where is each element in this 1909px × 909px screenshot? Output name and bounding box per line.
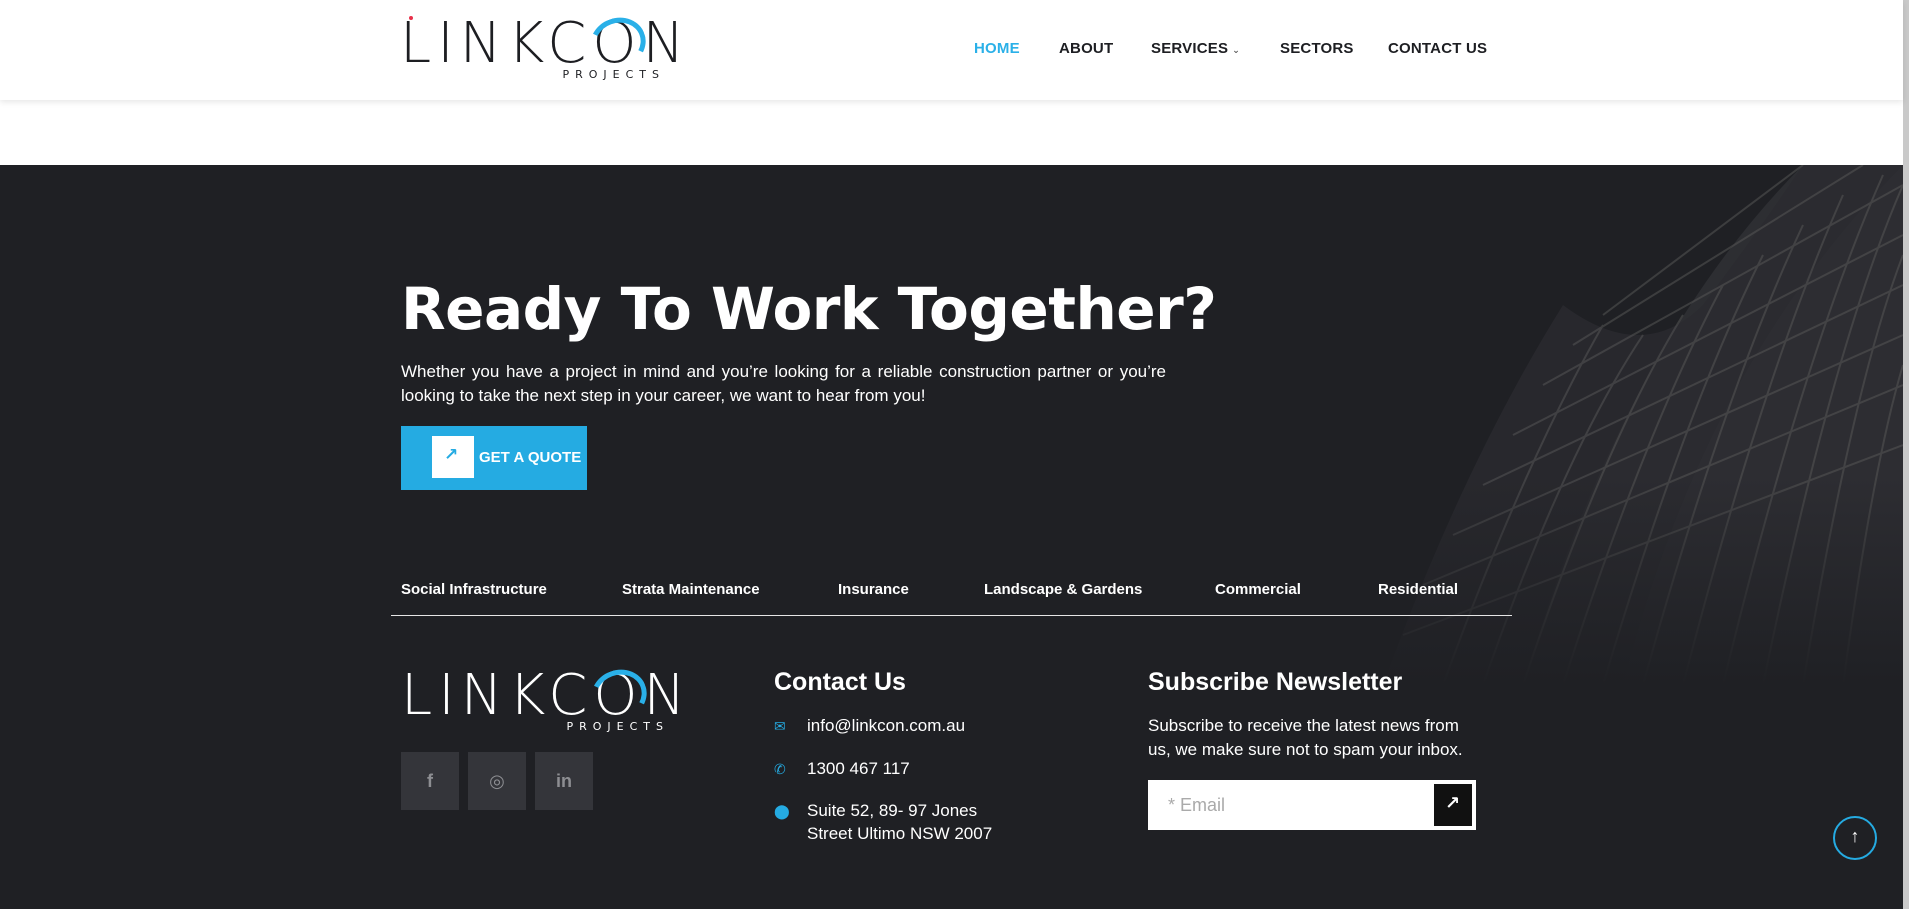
logo-wordmark: LINKCON: [400, 11, 691, 76]
nav-about[interactable]: ABOUT: [1059, 40, 1113, 57]
email-icon: ✉: [774, 718, 786, 734]
contact-us-heading: Contact Us: [774, 668, 906, 696]
newsletter-description: Subscribe to receive the latest news fro…: [1148, 716, 1463, 759]
linkedin-button[interactable]: in: [535, 752, 593, 810]
footer-divider: [391, 615, 1512, 616]
site-logo[interactable]: LINKCON PROJECTS: [400, 9, 684, 82]
quote-icon-box: ↗: [432, 436, 474, 478]
footer-logo[interactable]: LINKCON PROJECTS: [401, 661, 685, 734]
building-background-image: [1003, 165, 1903, 685]
contact-address-line2: Street Ultimo NSW 2007: [807, 824, 993, 843]
nav-home[interactable]: HOME: [974, 40, 1020, 57]
chevron-down-icon: ⌄: [1232, 45, 1240, 55]
newsletter-submit-button[interactable]: ↗: [1434, 784, 1472, 826]
instagram-button[interactable]: ◎: [468, 752, 526, 810]
get-a-quote-label: GET A QUOTE: [479, 449, 582, 466]
cta-description: Whether you have a project in mind and y…: [401, 362, 1166, 405]
sector-link-commercial[interactable]: Commercial: [1215, 581, 1301, 598]
sector-link-residential[interactable]: Residential: [1378, 581, 1458, 598]
instagram-icon: ◎: [489, 771, 505, 791]
phone-icon: ✆: [774, 761, 786, 777]
nav-services[interactable]: SERVICES ⌄: [1151, 40, 1240, 57]
arrow-up-icon: ↑: [1850, 826, 1860, 846]
sector-link-social-infrastructure[interactable]: Social Infrastructure: [401, 581, 547, 598]
page-scrollbar-thumb[interactable]: [1903, 0, 1909, 909]
newsletter-email-input[interactable]: [1150, 782, 1435, 828]
cta-heading: Ready To Work Together?: [401, 275, 1217, 343]
arrow-up-right-icon: ↗: [444, 445, 459, 464]
scroll-to-top-button[interactable]: ↑: [1833, 816, 1877, 860]
get-a-quote-button[interactable]: ↗ GET A QUOTE: [401, 426, 587, 490]
logo-tagline: PROJECTS: [562, 68, 665, 81]
contact-email-link[interactable]: info@linkcon.com.au: [807, 714, 965, 737]
sector-link-strata-maintenance[interactable]: Strata Maintenance: [622, 581, 760, 598]
nav-sectors[interactable]: SECTORS: [1280, 40, 1354, 57]
sector-link-insurance[interactable]: Insurance: [838, 581, 909, 598]
footer-logo-wordmark: LINKCON: [401, 663, 692, 728]
location-pin-icon: ⬤: [774, 803, 790, 819]
nav-contact-us[interactable]: CONTACT US: [1388, 40, 1487, 57]
facebook-icon: f: [427, 771, 433, 791]
sector-link-landscape-gardens[interactable]: Landscape & Gardens: [984, 581, 1142, 598]
linkedin-icon: in: [556, 771, 572, 791]
newsletter-form: ↗: [1148, 780, 1476, 830]
nav-services-label: SERVICES: [1151, 40, 1229, 57]
contact-address-line1: Suite 52, 89- 97 Jones: [807, 801, 978, 820]
contact-phone-link[interactable]: 1300 467 117: [807, 757, 910, 780]
arrow-up-right-icon: ↗: [1445, 793, 1461, 813]
site-header: LINKCON PROJECTS HOME ABOUT SERVICES ⌄ SE…: [0, 0, 1903, 100]
facebook-button[interactable]: f: [401, 752, 459, 810]
newsletter-heading: Subscribe Newsletter: [1148, 668, 1403, 696]
logo-dot-icon: [409, 16, 413, 20]
footer-logo-tagline: PROJECTS: [566, 720, 669, 733]
